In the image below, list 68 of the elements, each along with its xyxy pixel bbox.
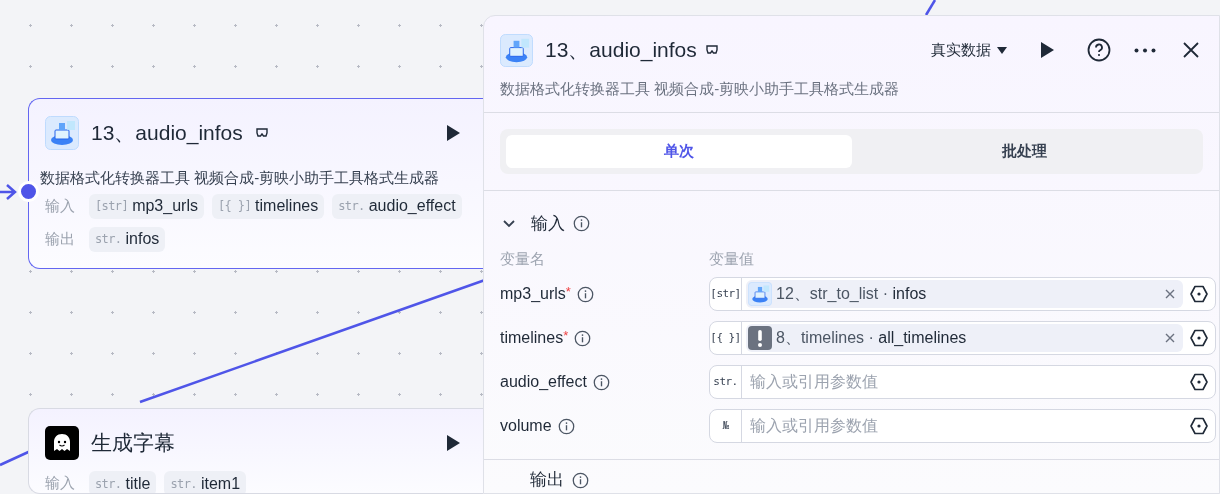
info-icon[interactable]	[576, 285, 594, 303]
mask-icon	[254, 126, 269, 140]
parameter-tag: [{ }] timelines	[211, 193, 325, 219]
panel-title: 13、audio_infos	[545, 37, 697, 64]
value-field[interactable]: [str] 12、str_to_list · infos	[709, 277, 1216, 311]
row-label: 输出	[45, 228, 76, 249]
variable-picker-icon[interactable]	[1189, 372, 1209, 392]
variable-picker-icon[interactable]	[1189, 416, 1209, 436]
mode-tab[interactable]: 批处理	[851, 134, 1197, 168]
help-icon[interactable]	[1087, 38, 1111, 62]
info-icon[interactable]	[572, 471, 589, 489]
caret-icon	[997, 46, 1007, 54]
reference-tag[interactable]: 8、timelines · all_timelines	[746, 324, 1183, 352]
variable-picker-icon[interactable]	[1189, 328, 1209, 348]
play-icon[interactable]	[445, 124, 461, 142]
input-field[interactable]: 输入或引用参数值	[750, 414, 1183, 438]
type-label: str.	[710, 366, 742, 398]
tool-icon	[45, 116, 79, 150]
variable-name: timelines*	[500, 327, 569, 348]
reference-tag[interactable]: 12、str_to_list · infos	[746, 280, 1183, 308]
play-icon[interactable]	[445, 434, 461, 452]
column-header: 变量值	[709, 248, 754, 269]
mask-icon	[704, 43, 719, 57]
node-description: 数据格式化转换器工具 视频合成-剪映小助手工具格式生成器	[40, 168, 441, 188]
panel-description: 数据格式化转换器工具 视频合成-剪映小助手工具格式生成器	[499, 79, 901, 99]
value-field[interactable]: [{ }] 8、timelines · all_timelines	[709, 321, 1216, 355]
value-field[interactable]: str. 输入或引用参数值	[709, 365, 1216, 399]
chevron-icon[interactable]	[503, 219, 515, 228]
info-icon[interactable]	[574, 329, 592, 347]
info-icon[interactable]	[573, 215, 590, 232]
node-title: 13、audio_infos	[91, 120, 243, 147]
type-label: [{ }]	[710, 322, 742, 354]
variable-name: audio_effect	[500, 372, 587, 392]
column-header: 变量名	[500, 248, 546, 269]
parameter-tag: str. infos	[89, 226, 166, 252]
play-icon[interactable]	[1039, 41, 1055, 59]
value-field[interactable]: № 输入或引用参数值	[709, 409, 1216, 443]
mode-tab[interactable]: 单次	[506, 134, 852, 168]
workflow-node[interactable]: 13、audio_infos 数据格式化转换器工具 视频合成-剪映小助手工具格式生成器 输入 [str] mp3_urls [{ }] timelines str. audio_effect 输出 str. infos	[28, 98, 483, 269]
section-title: 输入	[531, 212, 565, 235]
parameter-tag: str. audio_effect	[332, 193, 462, 219]
variable-picker-icon[interactable]	[1189, 284, 1209, 304]
row-label: 输入	[45, 473, 76, 493]
reference-text: 12、str_to_list · infos	[776, 284, 927, 304]
connector-line	[924, 0, 937, 16]
data-mode-dropdown[interactable]: 真实数据	[931, 38, 1007, 62]
type-label: [str]	[710, 278, 742, 310]
tool-icon	[748, 282, 772, 306]
close-icon[interactable]	[1183, 42, 1199, 58]
row-label: 输入	[45, 195, 76, 216]
variable-name: mp3_urls*	[500, 283, 571, 304]
ghost-icon	[45, 426, 79, 460]
info-icon[interactable]	[592, 373, 610, 391]
node-title: 生成字幕	[91, 430, 175, 457]
info-icon[interactable]	[557, 417, 575, 435]
parameter-tag: [str] mp3_urls	[89, 193, 204, 219]
arrow-icon	[0, 183, 17, 201]
variable-name: volume	[500, 416, 552, 436]
workflow-node[interactable]: 生成字幕 输入 str. title str. item1	[28, 408, 483, 494]
tool-icon	[500, 33, 533, 67]
warning-icon	[748, 326, 772, 350]
input-field[interactable]: 输入或引用参数值	[750, 370, 1183, 394]
type-label: №	[710, 410, 742, 442]
reference-text: 8、timelines · all_timelines	[776, 328, 967, 348]
parameter-tag: str. item1	[164, 471, 247, 493]
more-icon[interactable]	[1134, 47, 1156, 53]
section-title: 输出	[530, 469, 564, 492]
parameter-tag: str. title	[89, 471, 157, 493]
